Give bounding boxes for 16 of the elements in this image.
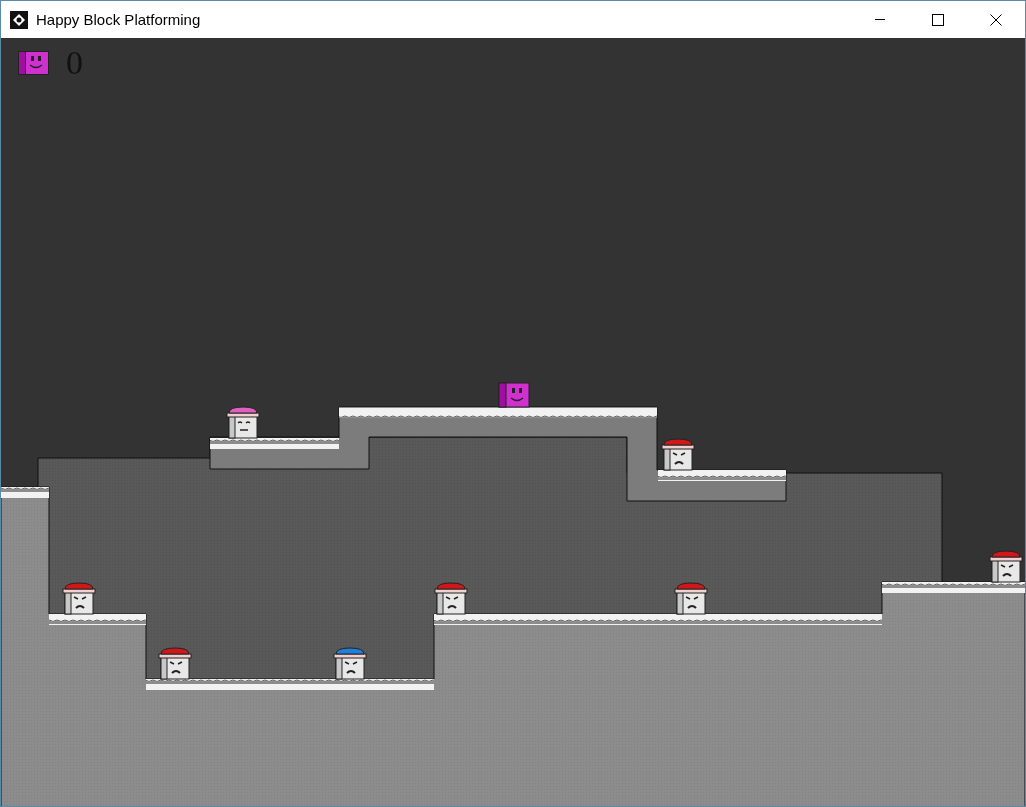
player-lives-icon xyxy=(18,51,49,75)
snow-ledge xyxy=(1,487,49,498)
maximize-icon xyxy=(932,13,944,26)
minimize-icon xyxy=(875,19,885,20)
block-body xyxy=(989,556,1023,583)
window-title: Happy Block Platforming xyxy=(36,11,201,28)
block-body xyxy=(661,444,695,471)
block-body xyxy=(158,653,192,680)
block-body xyxy=(226,412,260,439)
block-body xyxy=(333,653,367,680)
block-body xyxy=(62,588,96,615)
player-block-icon xyxy=(498,382,530,408)
block-body xyxy=(434,588,468,615)
close-icon xyxy=(990,13,1002,26)
block-body xyxy=(674,588,708,615)
app-icon xyxy=(10,10,28,29)
